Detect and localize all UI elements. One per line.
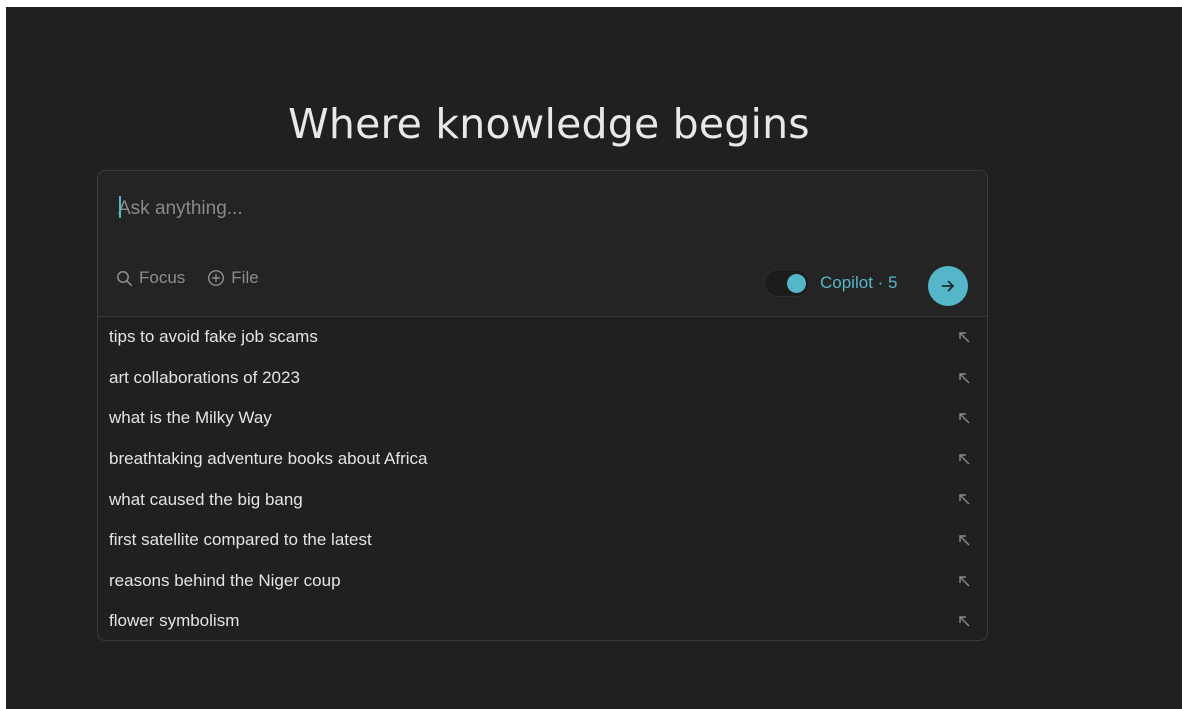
suggestion-item[interactable]: what caused the big bang [98,479,987,520]
plus-circle-icon [208,269,225,287]
copilot-toggle[interactable]: Copilot · 5 [764,269,897,297]
arrow-right-icon [941,280,954,292]
suggestion-text: first satellite compared to the latest [109,530,372,550]
page-title: Where knowledge begins [288,100,810,149]
suggestion-item[interactable]: breathtaking adventure books about Afric… [98,439,987,480]
search-card: Focus File Copilot · 5 [97,170,988,641]
suggestion-item[interactable]: what is the Milky Way [98,398,987,439]
focus-button[interactable]: Focus [116,268,185,288]
suggestion-text: reasons behind the Niger coup [109,570,341,590]
arrow-up-left-icon [959,332,970,343]
arrow-up-left-icon [959,575,970,587]
arrow-up-left-icon [959,454,970,465]
file-label: File [231,268,259,287]
submit-button[interactable] [928,266,968,306]
suggestion-text: breathtaking adventure books about Afric… [109,449,428,469]
query-area: Focus File Copilot · 5 [98,171,987,317]
app-screen: Where knowledge begins Focus [6,7,1182,709]
search-icon [117,270,132,286]
suggestion-item[interactable]: flower symbolism [98,601,987,640]
suggestion-item[interactable]: reasons behind the Niger coup [98,561,987,602]
suggestion-text: art collaborations of 2023 [109,367,300,387]
copilot-label: Copilot · 5 [820,273,898,292]
copilot-toggle-knob [787,274,806,293]
arrow-up-left-icon [959,535,970,546]
suggestion-item[interactable]: tips to avoid fake job scams [98,317,987,358]
query-tools: Focus File [116,268,259,288]
copilot-toggle-track[interactable] [764,269,810,297]
suggestion-list: tips to avoid fake job scams art collabo… [98,317,987,640]
arrow-up-left-icon [959,616,970,627]
suggestion-text: tips to avoid fake job scams [109,327,318,347]
ask-input[interactable] [116,193,960,225]
arrow-up-left-icon [959,413,970,424]
suggestion-text: what caused the big bang [109,489,303,509]
suggestion-text: what is the Milky Way [109,408,272,428]
focus-label: Focus [139,268,186,287]
suggestion-text: flower symbolism [109,611,240,631]
arrow-up-left-icon [959,494,970,505]
suggestion-item[interactable]: first satellite compared to the latest [98,520,987,561]
suggestion-item[interactable]: art collaborations of 2023 [98,358,987,399]
text-caret [119,196,121,218]
arrow-up-left-icon [959,372,970,384]
attach-file-button[interactable]: File [207,268,259,288]
